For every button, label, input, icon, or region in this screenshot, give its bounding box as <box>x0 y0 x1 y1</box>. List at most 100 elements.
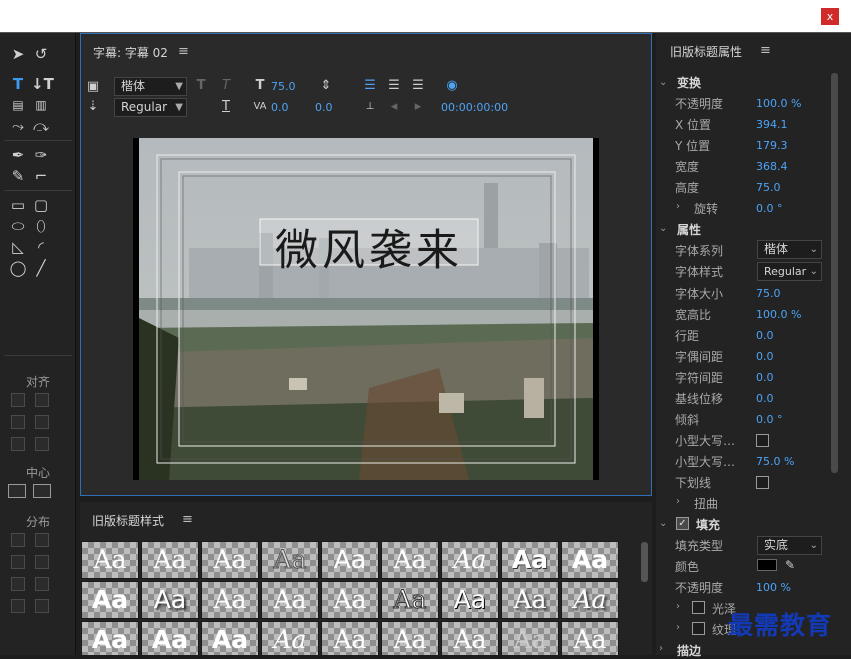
style-swatch[interactable]: Aa <box>501 621 559 655</box>
font-style-select[interactable]: Regular ⌄ <box>757 262 822 281</box>
leading-value[interactable]: 0.0 <box>756 329 774 342</box>
delete-anchor-tool-icon[interactable]: ✑ <box>31 145 51 165</box>
opacity-value[interactable]: 100.0 % <box>756 97 801 110</box>
rectangle-tool-icon[interactable]: ▭ <box>8 195 28 215</box>
style-swatch[interactable]: Aa <box>561 581 619 619</box>
eyedropper-icon[interactable]: ✎ <box>781 556 799 574</box>
small-caps-checkbox[interactable] <box>756 434 769 447</box>
ellipse-tool-icon[interactable]: ◯ <box>8 258 28 278</box>
path-type-tool-icon[interactable]: ⤳ <box>8 116 28 136</box>
texture-checkbox[interactable] <box>692 622 705 635</box>
align-top-icon[interactable] <box>35 393 49 407</box>
distribute-left-icon[interactable] <box>11 533 25 547</box>
area-type-tool-icon[interactable]: ▤ <box>8 95 28 115</box>
chevron-right-icon[interactable]: › <box>676 622 680 633</box>
chevron-right-icon[interactable]: › <box>676 496 680 507</box>
attributes-section-header[interactable]: 属性 <box>677 221 701 238</box>
align-center-horizontal-icon[interactable] <box>11 415 25 429</box>
italic-icon[interactable]: T <box>217 77 235 95</box>
rotation-value[interactable]: 0.0 ° <box>756 202 783 215</box>
font-style-select[interactable]: Regular ▼ <box>114 98 187 117</box>
small-caps-size-value[interactable]: 75.0 % <box>756 455 794 468</box>
style-swatch[interactable]: Aa <box>141 581 199 619</box>
tab-align-icon[interactable]: ⊥ <box>361 98 379 116</box>
distribute-horizontal-icon[interactable] <box>11 599 25 613</box>
rotation-tool-icon[interactable]: ↺ <box>31 44 51 64</box>
align-bottom-icon[interactable] <box>35 437 49 451</box>
timecode[interactable]: 00:00:00:00 <box>441 101 508 114</box>
underline-checkbox[interactable] <box>756 476 769 489</box>
style-swatch[interactable]: Aa <box>261 541 319 579</box>
underline-icon[interactable]: T <box>217 98 235 116</box>
background-toggle-icon[interactable]: ▣ <box>84 78 102 96</box>
style-swatch[interactable]: Aa <box>501 581 559 619</box>
height-value[interactable]: 75.0 <box>756 181 781 194</box>
align-left-text-icon[interactable]: ☰ <box>361 77 379 95</box>
distribute-center-icon[interactable] <box>11 555 25 569</box>
fill-checkbox[interactable]: ✓ <box>676 517 689 530</box>
distribute-middle-icon[interactable] <box>35 555 49 569</box>
distribute-top-icon[interactable] <box>35 533 49 547</box>
x-position-value[interactable]: 394.1 <box>756 118 788 131</box>
center-horizontal-icon[interactable] <box>8 484 26 498</box>
align-right-icon[interactable] <box>11 437 25 451</box>
align-center-vertical-icon[interactable] <box>35 415 49 429</box>
font-family-select[interactable]: 楷体 ⌄ <box>757 240 822 259</box>
wedge-tool-icon[interactable]: ◺ <box>8 237 28 257</box>
style-swatch[interactable]: Aa <box>141 621 199 655</box>
style-swatch[interactable]: Aa <box>381 581 439 619</box>
tab-left-icon[interactable]: ◂ <box>385 98 403 116</box>
convert-anchor-tool-icon[interactable]: ⌐ <box>31 166 51 186</box>
rounded-corner-tool-icon[interactable]: ⬯ <box>31 216 51 236</box>
style-swatch[interactable]: Aa <box>201 541 259 579</box>
style-swatch[interactable]: Aa <box>501 541 559 579</box>
slant-value[interactable]: 0.0 ° <box>756 413 783 426</box>
tracking-value[interactable]: 0.0 <box>271 101 289 114</box>
arc-tool-icon[interactable]: ◜ <box>31 237 51 257</box>
type-tool-icon[interactable]: T <box>8 74 28 94</box>
pen-tool-icon[interactable]: ✒ <box>8 145 28 165</box>
baseline-value[interactable]: 0.0 <box>756 392 774 405</box>
font-family-select[interactable]: 楷体 ▼ <box>114 77 187 96</box>
style-swatch[interactable]: Aa <box>441 581 499 619</box>
chevron-down-icon[interactable]: ⌄ <box>659 77 667 88</box>
style-swatch[interactable]: Aa <box>201 581 259 619</box>
add-anchor-tool-icon[interactable]: ✎ <box>8 166 28 186</box>
leading-value[interactable]: 0.0 <box>315 101 333 114</box>
fill-opacity-value[interactable]: 100 % <box>756 581 791 594</box>
style-swatch[interactable]: Aa <box>381 541 439 579</box>
panel-menu-icon[interactable]: ≡ <box>760 43 771 58</box>
vertical-path-type-tool-icon[interactable]: ⤼ <box>31 116 51 136</box>
font-size-value[interactable]: 75.0 <box>271 80 296 93</box>
stroke-section-header[interactable]: 描边 <box>677 642 701 659</box>
style-swatch[interactable]: Aa <box>141 541 199 579</box>
align-right-text-icon[interactable]: ☰ <box>409 77 427 95</box>
align-center-text-icon[interactable]: ☰ <box>385 77 403 95</box>
aspect-value[interactable]: 100.0 % <box>756 308 801 321</box>
chevron-right-icon[interactable]: › <box>659 643 663 654</box>
distribute-bottom-icon[interactable] <box>35 577 49 591</box>
properties-scrollbar[interactable] <box>831 73 838 473</box>
style-swatch[interactable]: Aa <box>81 581 139 619</box>
fill-section-header[interactable]: 填充 <box>696 516 720 533</box>
style-swatch[interactable]: Aa <box>321 541 379 579</box>
style-swatch[interactable]: Aa <box>261 621 319 655</box>
tracking-value[interactable]: 0.0 <box>756 371 774 384</box>
title-canvas[interactable]: 微风袭来 <box>133 138 599 480</box>
sheen-checkbox[interactable] <box>692 601 705 614</box>
clipped-rectangle-tool-icon[interactable]: ⬭ <box>8 216 28 236</box>
styles-scrollbar[interactable] <box>641 542 648 582</box>
tab-right-icon[interactable]: ▸ <box>409 98 427 116</box>
rounded-rectangle-tool-icon[interactable]: ▢ <box>31 195 51 215</box>
tab-stops-icon[interactable]: ⇣ <box>84 98 102 116</box>
chevron-down-icon[interactable]: ⌄ <box>659 223 667 234</box>
style-swatch[interactable]: Aa <box>81 541 139 579</box>
color-swatch[interactable] <box>757 559 777 571</box>
bold-icon[interactable]: T <box>192 77 210 95</box>
align-left-icon[interactable] <box>11 393 25 407</box>
selection-tool-icon[interactable]: ➤ <box>8 44 28 64</box>
style-swatch[interactable]: Aa <box>261 581 319 619</box>
distribute-right-icon[interactable] <box>11 577 25 591</box>
panel-menu-icon[interactable]: ≡ <box>182 512 193 527</box>
vertical-area-type-tool-icon[interactable]: ▥ <box>31 95 51 115</box>
